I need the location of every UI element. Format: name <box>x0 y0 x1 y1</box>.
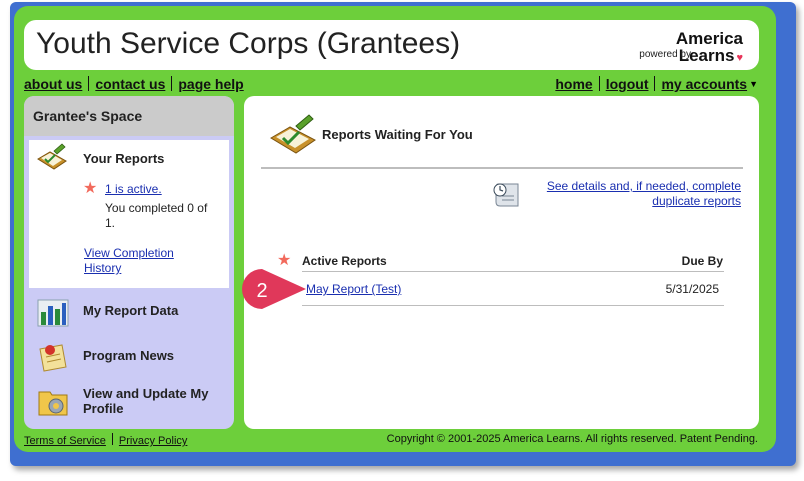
report-checklist-icon <box>35 142 69 172</box>
report-checklist-icon <box>268 112 318 156</box>
page-help-link[interactable]: page help <box>178 76 243 92</box>
your-reports-title: Your Reports <box>83 151 165 166</box>
bar-chart-icon <box>36 294 70 328</box>
report-link[interactable]: May Report (Test) <box>306 282 401 296</box>
footer-links: Terms of Service Privacy Policy <box>24 433 187 447</box>
sidebar-item-program-news[interactable]: Program News <box>34 339 229 375</box>
privacy-policy-link[interactable]: Privacy Policy <box>119 435 187 447</box>
caret-down-icon[interactable]: ▼ <box>749 79 758 89</box>
nav-divider <box>88 76 90 91</box>
nav-divider <box>171 76 173 91</box>
sidebar-item-your-reports[interactable]: Your Reports ★ 1 is active. You complete… <box>29 140 229 288</box>
site-header: Youth Service Corps (Grantees) America L… <box>24 20 759 70</box>
sidebar-item-my-report-data[interactable]: My Report Data <box>34 294 229 330</box>
report-due-date: 5/31/2025 <box>665 282 719 296</box>
contact-us-link[interactable]: contact us <box>95 76 165 92</box>
divider <box>302 305 724 306</box>
site-title: Youth Service Corps (Grantees) <box>36 27 461 60</box>
news-pin-icon <box>36 339 70 373</box>
top-nav-right: home logout my accounts ▼ <box>555 76 758 92</box>
terms-of-service-link[interactable]: Terms of Service <box>24 435 106 447</box>
page-title: Reports Waiting For You <box>322 127 473 142</box>
completed-count: You completed 0 of 1. <box>105 201 208 230</box>
sidebar-item-label: Program News <box>83 348 175 363</box>
home-link[interactable]: home <box>555 76 592 92</box>
star-icon: ★ <box>83 180 98 197</box>
logout-link[interactable]: logout <box>606 76 649 92</box>
divider <box>261 167 743 169</box>
my-accounts-link[interactable]: my accounts <box>661 76 747 92</box>
sidebar-item-label: My Report Data <box>83 303 179 318</box>
footer-divider <box>111 433 113 445</box>
active-reports-header: Active Reports <box>302 254 387 268</box>
callout-number: 2 <box>256 280 267 302</box>
active-reports-link[interactable]: 1 is active. <box>105 182 162 196</box>
clock-scroll-icon <box>490 180 522 210</box>
about-us-link[interactable]: about us <box>24 76 82 92</box>
sidebar: Grantee's Space Your Reports ★ 1 is acti… <box>24 96 234 429</box>
sidebar-item-label: View and Update My Profile <box>83 386 209 416</box>
heart-icon: ♥ <box>736 52 743 64</box>
step-callout: 2 <box>240 267 306 311</box>
sidebar-item-profile[interactable]: View and Update My Profile <box>34 384 229 420</box>
copyright: Copyright © 2001-2025 America Learns. Al… <box>386 433 758 445</box>
nav-divider <box>598 76 600 91</box>
profile-gear-icon <box>36 384 70 418</box>
top-nav-left: about us contact us page help <box>24 76 244 92</box>
main-panel: Reports Waiting For You See details and,… <box>244 96 759 429</box>
due-by-header: Due By <box>681 254 723 268</box>
sidebar-heading: Grantee's Space <box>24 96 234 136</box>
nav-divider <box>654 76 656 91</box>
view-completion-history-link[interactable]: View Completion History <box>84 246 204 276</box>
divider <box>302 271 724 272</box>
brand-powered-by: powered by <box>639 49 691 60</box>
see-details-link[interactable]: See details and, if needed, complete dup… <box>527 179 741 209</box>
america-learns-logo: America Learns ♥ powered by <box>623 30 743 64</box>
